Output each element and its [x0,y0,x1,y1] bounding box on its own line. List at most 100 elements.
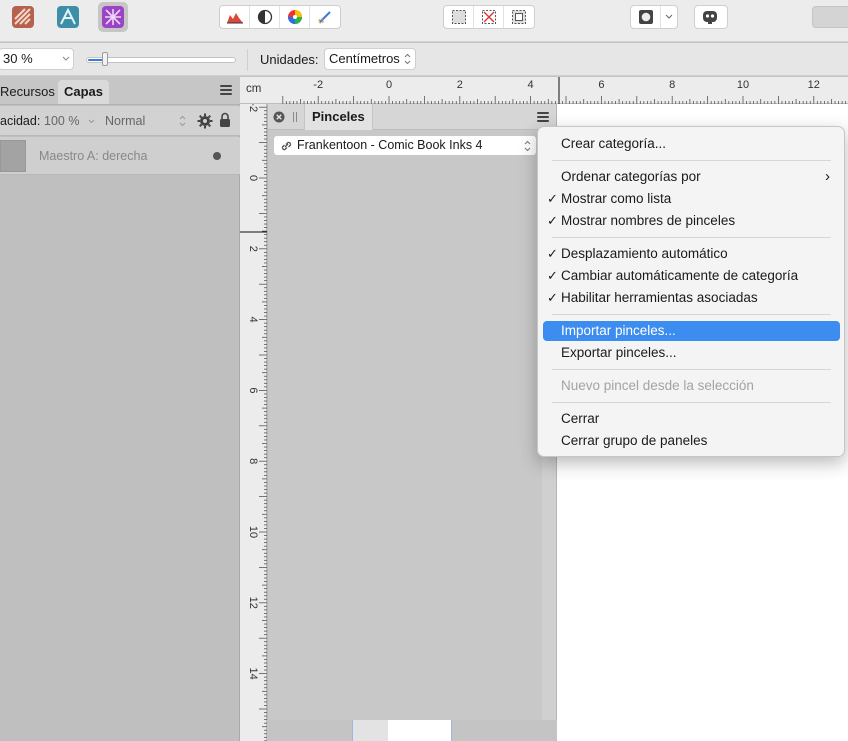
quick-mask-dropdown[interactable] [661,6,677,28]
brushes-panel-menu: Crear categoría... Ordenar categorías po… [537,126,845,457]
zoom-field[interactable]: 30 % [0,48,74,70]
units-select[interactable]: Centímetros [324,48,416,70]
brushes-panel-header: Pinceles [268,104,556,130]
menu-item-export-brushes[interactable]: Exportar pinceles... [543,343,840,363]
ruler-label: 8 [669,79,675,91]
checkmark-icon: ✓ [547,213,558,228]
zoom-value: 30 % [3,51,33,66]
link-icon [281,141,292,151]
menu-item-enable-associated-tools[interactable]: ✓ Habilitar herramientas asociadas [543,288,840,308]
photo-persona-icon [102,6,124,28]
ruler-label: 14 [247,667,259,679]
checkmark-icon: ✓ [547,290,558,305]
assistant-button[interactable] [695,6,725,28]
ruler-label: -2 [247,104,259,112]
layer-thumbnail [0,140,26,172]
menu-item-import-brushes[interactable]: Importar pinceles... [543,321,840,341]
separator [247,49,248,71]
assistant-robot-icon [703,11,717,24]
units-value: Centímetros [329,51,400,66]
histogram-icon [226,13,243,24]
deselect-button[interactable] [474,6,504,28]
panel-menu-icon[interactable] [537,112,549,122]
close-panel-icon[interactable] [273,111,285,123]
menu-separator [552,402,831,403]
menu-item-close-panel-group[interactable]: Cerrar grupo de paneles [543,431,840,451]
drag-handle-icon[interactable] [292,112,298,122]
context-toolbar: 30 % Unidades: Centímetros [0,43,848,76]
blend-mode-select[interactable]: Normal [105,114,145,128]
menu-item-show-as-list[interactable]: ✓ Mostrar como lista [543,189,840,209]
tab-pinceles[interactable]: Pinceles [304,104,373,130]
ruler-label: 6 [598,79,604,91]
tool-group-2 [443,5,535,29]
updown-chevron-icon [404,53,411,65]
menu-item-label: Mostrar como lista [561,191,672,206]
checkmark-icon: ✓ [547,191,558,206]
vertical-ruler-scale: -2 0 2 4 6 8 10 12 14 [240,104,267,741]
ruler-label: 4 [528,79,534,91]
designer-persona-button[interactable] [8,2,38,32]
quick-mask-button[interactable] [631,6,661,28]
menu-item-sort-categories[interactable]: Ordenar categorías por › [543,167,840,187]
updown-chevron-icon [179,115,186,127]
publisher-persona-icon [57,6,79,28]
zoom-slider[interactable] [86,52,236,66]
menu-item-label: Crear categoría... [561,136,667,151]
contrast-icon [257,9,272,25]
menu-item-create-category[interactable]: Crear categoría... [543,134,840,154]
select-all-button[interactable] [444,6,474,28]
lock-icon[interactable] [219,112,231,128]
layer-row[interactable]: Maestro A: derecha [0,137,240,175]
canvas-page-strip [388,720,452,741]
contrast-button[interactable] [250,6,280,28]
menu-item-label: Cambiar automáticamente de categoría [561,268,799,283]
menu-item-auto-scroll[interactable]: ✓ Desplazamiento automático [543,244,840,264]
opacity-label: acidad: [0,114,41,128]
ruler-label: -2 [313,79,323,91]
menu-separator [552,237,831,238]
tool-group-4 [694,5,728,29]
invert-selection-button[interactable] [504,6,534,28]
menu-separator [552,160,831,161]
menu-item-label: Nuevo pincel desde la selección [561,378,754,393]
ruler-label: 0 [247,175,259,181]
vertical-ruler: -2 0 2 4 6 8 10 12 14 [240,104,267,741]
color-wheel-button[interactable] [280,6,310,28]
ruler-label: 12 [808,79,820,91]
menu-item-show-brush-names[interactable]: ✓ Mostrar nombres de pinceles [543,211,840,231]
layer-visibility-dot[interactable] [213,152,221,160]
photo-persona-button[interactable] [98,2,128,32]
selection-brush-icon [318,11,331,24]
updown-chevron-icon [524,140,531,152]
panel-menu-icon[interactable] [220,85,232,95]
ruler-label: 2 [457,79,463,91]
selection-brush-button[interactable] [310,6,340,28]
deselect-icon [481,10,496,24]
layer-options-bar: acidad: 100 % Normal [0,106,240,136]
menu-item-label: Ordenar categorías por [561,169,701,184]
gear-icon[interactable] [197,113,213,129]
color-wheel-icon [287,10,302,24]
toolbar-overflow-button[interactable] [812,6,848,28]
menu-item-auto-switch-category[interactable]: ✓ Cambiar automáticamente de categoría [543,266,840,286]
menu-item-label: Cerrar [561,411,600,426]
menu-item-label: Habilitar herramientas asociadas [561,290,758,305]
menu-item-label: Cerrar grupo de paneles [561,433,708,448]
publisher-persona-button[interactable] [53,2,83,32]
tab-capas[interactable]: Capas [58,80,110,104]
brush-category-select[interactable]: Frankentoon - Comic Book Inks 4 [273,135,537,156]
brushes-panel: Pinceles Frankentoon - Comic Book Inks 4 [267,104,557,720]
menu-separator [552,314,831,315]
menu-item-close[interactable]: Cerrar [543,409,840,429]
histogram-button[interactable] [220,6,250,28]
menu-separator [552,369,831,370]
opacity-value[interactable]: 100 % [44,114,79,128]
tab-recursos[interactable]: Recursos [0,80,61,104]
tool-group-3 [630,5,678,29]
zoom-slider-handle[interactable] [102,52,108,66]
menu-item-label: Mostrar nombres de pinceles [561,213,736,228]
ruler-label: 2 [247,246,259,252]
main-toolbar [0,0,848,42]
ruler-label: 4 [247,317,259,323]
